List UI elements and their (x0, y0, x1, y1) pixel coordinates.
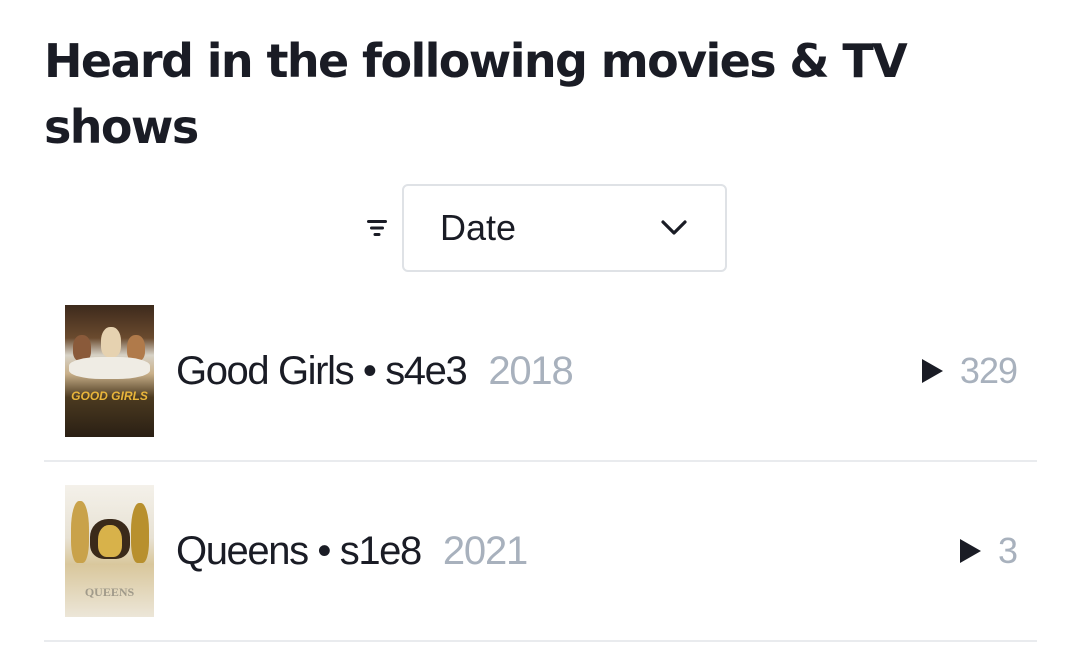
poster-title: GOOD GIRLS (71, 389, 148, 403)
chevron-down-icon (659, 213, 689, 243)
list-item[interactable]: QUEENS Queens • s1e8 2021 3 (44, 462, 1037, 642)
sort-control: Date (362, 184, 727, 272)
item-title: Queens • s1e8 (176, 528, 422, 573)
poster-image: GOOD GIRLS (65, 305, 154, 437)
media-list: GOOD GIRLS Good Girls • s4e3 2018 329 QU… (44, 282, 1037, 642)
item-title: Good Girls • s4e3 (176, 348, 468, 393)
section-heading: Heard in the following movies & TV shows (44, 34, 908, 154)
sort-select-value: Date (440, 207, 517, 248)
poster-title: QUEENS (84, 585, 135, 599)
item-year: 2021 (442, 528, 528, 573)
play-icon (921, 359, 943, 383)
play-count-group[interactable]: 329 (920, 350, 1018, 392)
play-count: 329 (959, 350, 1018, 391)
play-count: 3 (997, 530, 1018, 571)
item-year: 2018 (488, 348, 573, 393)
poster-image: QUEENS (65, 485, 154, 617)
play-icon (959, 539, 981, 563)
sort-select[interactable]: Date (402, 184, 727, 272)
filter-icon[interactable] (362, 213, 392, 243)
play-count-group[interactable]: 3 (958, 530, 1018, 572)
list-item[interactable]: GOOD GIRLS Good Girls • s4e3 2018 329 (44, 282, 1037, 462)
